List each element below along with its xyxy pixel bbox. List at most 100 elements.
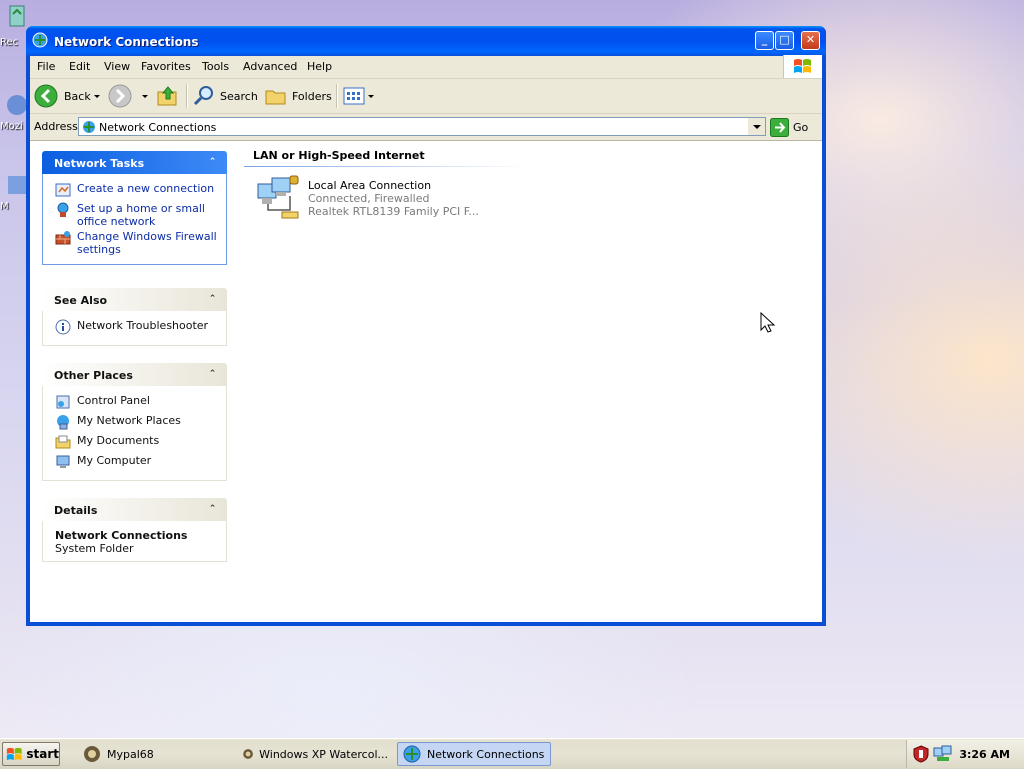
go-label: Go [793, 120, 809, 134]
close-button[interactable]: ✕ [801, 31, 820, 50]
address-field[interactable]: Network Connections [78, 117, 766, 136]
go-button[interactable]: Go [770, 117, 808, 137]
back-dropdown-icon[interactable] [94, 95, 100, 98]
folders-icon [265, 90, 286, 105]
menu-advanced[interactable]: Advanced [243, 60, 297, 73]
home-network-icon [57, 202, 69, 217]
network-connections-window: Network Connections _ □ ✕ File Edit View… [26, 26, 826, 626]
close-icon: ✕ [805, 33, 816, 46]
other-places-header[interactable]: Other Places ⌃ [42, 363, 227, 386]
task-pane: Network Tasks ⌃ Create a new connection [30, 141, 240, 622]
network-status-icon[interactable] [933, 745, 953, 763]
mypal-browser-icon [84, 746, 100, 762]
see-also-header[interactable]: See Also ⌃ [42, 288, 227, 311]
title-bar[interactable]: Network Connections _ □ ✕ [26, 26, 826, 56]
minimize-button[interactable]: _ [755, 31, 774, 50]
window-title: Network Connections [54, 35, 199, 49]
task-label: Network Troubleshooter [77, 319, 209, 332]
local-area-connection-item[interactable]: Local Area Connection Connected, Firewal… [254, 174, 514, 230]
menu-edit[interactable]: Edit [69, 60, 90, 73]
go-arrow-icon [770, 117, 789, 137]
taskbar-item-watercolor[interactable]: Windows XP Watercol... [238, 742, 388, 766]
window-client-area: File Edit View Favorites Tools Advanced … [30, 55, 822, 622]
minimize-icon: _ [761, 33, 768, 46]
see-also-title: See Also [54, 294, 108, 307]
details-body: Network Connections System Folder [42, 521, 227, 562]
search-button[interactable]: Search [192, 83, 258, 109]
recycle-bin-icon [9, 5, 25, 27]
collapse-chevron-icon[interactable]: ⌃ [206, 293, 219, 306]
task-label: My Documents [77, 434, 160, 447]
see-also-panel: See Also ⌃ Network Troubleshooter [42, 288, 227, 346]
forward-arrow-icon [108, 84, 132, 108]
system-tray: 3:26 AM [906, 740, 1024, 768]
views-button[interactable] [342, 83, 366, 109]
views-icon [343, 87, 365, 105]
maximize-button[interactable]: □ [775, 31, 794, 50]
info-icon [55, 319, 71, 335]
windows-flag-icon [6, 747, 22, 761]
taskbar-item-network-connections[interactable]: Network Connections [397, 742, 551, 766]
my-network-places-link[interactable]: My Network Places [55, 414, 220, 432]
setup-home-network-link[interactable]: Set up a home or small office network [55, 202, 220, 228]
start-button[interactable]: start [2, 742, 60, 766]
collapse-chevron-icon[interactable]: ⌃ [206, 368, 219, 381]
start-label: start [26, 747, 59, 761]
forward-button[interactable] [108, 83, 132, 109]
views-dropdown-icon[interactable] [368, 95, 374, 98]
address-label: Address [34, 120, 78, 133]
address-dropdown-button[interactable] [748, 118, 765, 135]
task-label: Create a new connection [77, 182, 215, 195]
mouse-cursor-icon [760, 312, 776, 333]
address-value: Network Connections [99, 121, 217, 134]
create-new-connection-link[interactable]: Create a new connection [55, 182, 220, 200]
menu-favorites[interactable]: Favorites [141, 60, 191, 73]
back-label: Back [64, 89, 91, 103]
menu-view[interactable]: View [104, 60, 130, 73]
menu-file[interactable]: File [37, 60, 55, 73]
back-arrow-icon [34, 84, 58, 108]
network-connections-icon [403, 745, 421, 763]
menu-tools[interactable]: Tools [202, 60, 229, 73]
network-tasks-title: Network Tasks [54, 157, 145, 170]
menu-help[interactable]: Help [307, 60, 332, 73]
folders-button[interactable]: Folders [264, 83, 332, 109]
computer-icon [56, 455, 70, 468]
network-connections-icon [83, 121, 95, 133]
chevron-down-icon [753, 125, 761, 129]
maximize-icon: □ [779, 33, 790, 46]
task-label: My Computer [77, 454, 152, 467]
control-panel-icon [56, 395, 70, 409]
network-connections-icon [32, 32, 48, 48]
taskbar-item-label: Windows XP Watercol... [259, 747, 388, 761]
taskbar-item-mypal[interactable]: Mypal68 [78, 742, 228, 766]
network-tasks-body: Create a new connection Set up a home or… [42, 174, 227, 265]
section-divider [244, 166, 529, 167]
lan-connection-icon [257, 175, 299, 219]
taskbar-item-label: Network Connections [427, 747, 545, 761]
change-firewall-settings-link[interactable]: Change Windows Firewall settings [55, 230, 220, 256]
network-troubleshooter-link[interactable]: Network Troubleshooter [55, 319, 220, 337]
new-connection-icon [55, 183, 71, 197]
collapse-chevron-icon[interactable]: ⌃ [206, 156, 219, 169]
my-computer-link[interactable]: My Computer [55, 454, 220, 472]
control-panel-link[interactable]: Control Panel [55, 394, 220, 412]
collapse-chevron-icon[interactable]: ⌃ [206, 503, 219, 516]
search-icon [193, 86, 213, 106]
my-documents-link[interactable]: My Documents [55, 434, 220, 452]
security-shield-icon[interactable] [912, 745, 930, 763]
toolbar-separator [186, 84, 188, 108]
connection-status: Connected, Firewalled [308, 192, 430, 205]
up-folder-icon [157, 86, 177, 106]
task-label: Set up a home or small office network [77, 202, 205, 228]
windows-flag-icon [794, 59, 811, 73]
taskbar-clock[interactable]: 3:26 AM [959, 748, 1010, 761]
forward-dropdown-icon[interactable] [142, 95, 148, 98]
standard-toolbar: Back Search Folders [30, 79, 822, 114]
up-folder-button[interactable] [156, 83, 180, 109]
see-also-body: Network Troubleshooter [42, 311, 227, 346]
back-button[interactable]: Back [34, 83, 91, 109]
details-header[interactable]: Details ⌃ [42, 498, 227, 521]
menu-bar: File Edit View Favorites Tools Advanced … [30, 55, 822, 79]
network-tasks-header[interactable]: Network Tasks ⌃ [42, 151, 227, 174]
